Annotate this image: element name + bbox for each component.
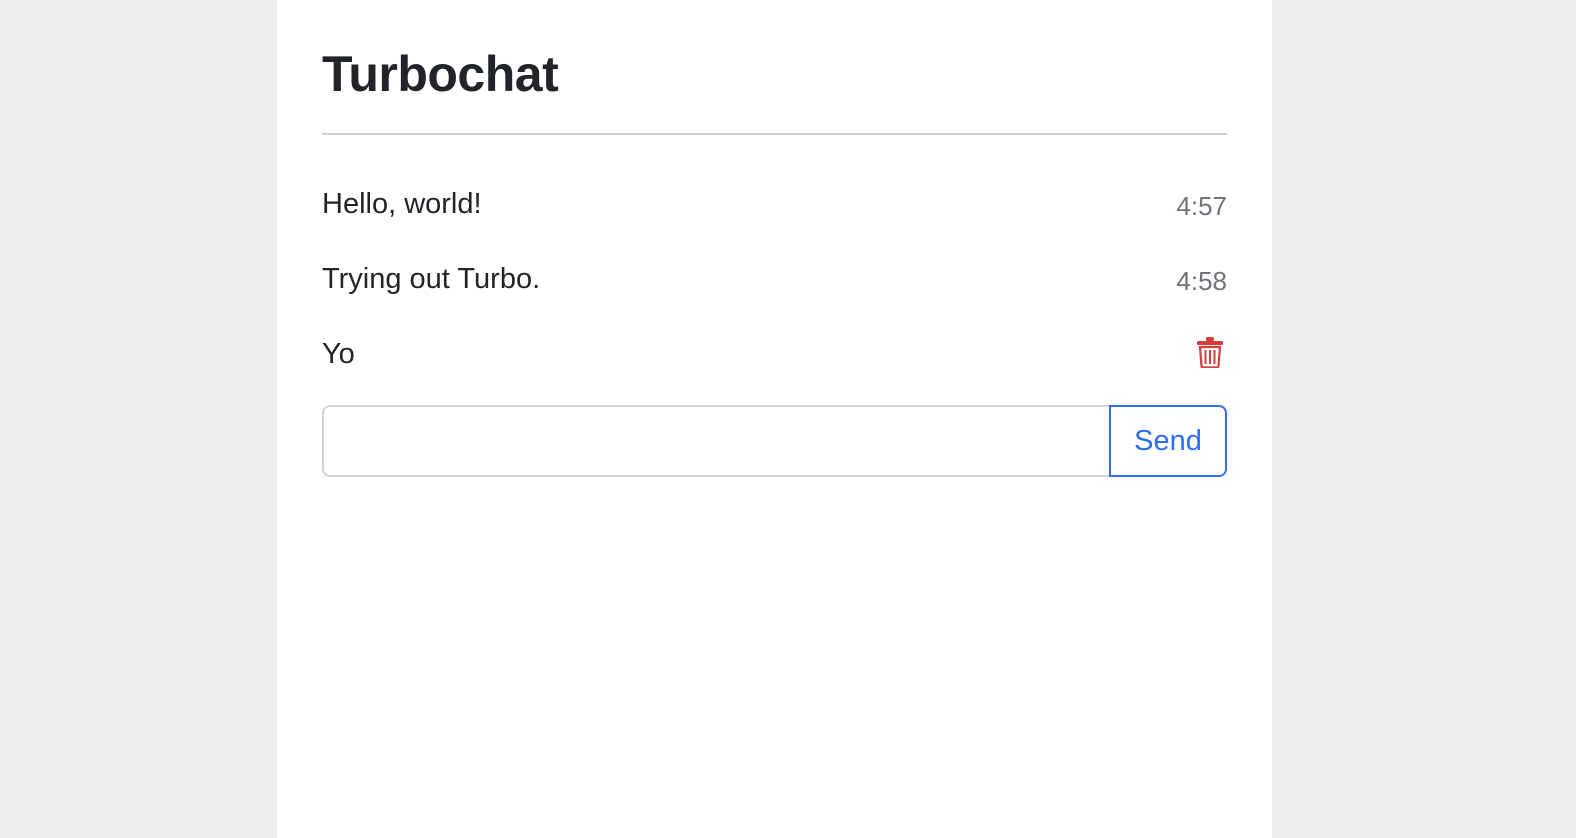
send-button[interactable]: Send <box>1109 405 1227 477</box>
message-text: Hello, world! <box>322 188 482 220</box>
page-title: Turbochat <box>322 46 559 102</box>
message-composer: Send <box>322 405 1227 477</box>
message-text: Trying out Turbo. <box>322 263 541 295</box>
message-input[interactable] <box>322 405 1110 477</box>
message-row: Yo <box>322 334 1227 374</box>
message-timestamp: 4:57 <box>1176 191 1227 221</box>
chat-card: Turbochat Hello, world! 4:57 Trying out … <box>277 0 1272 838</box>
message-timestamp: 4:58 <box>1176 266 1227 296</box>
message-row: Trying out Turbo. 4:58 <box>322 259 1227 299</box>
message-row: Hello, world! 4:57 <box>322 184 1227 224</box>
trash-icon <box>1197 337 1223 369</box>
title-divider <box>322 133 1227 135</box>
delete-message-button[interactable] <box>1195 336 1225 370</box>
message-text: Yo <box>322 338 355 370</box>
